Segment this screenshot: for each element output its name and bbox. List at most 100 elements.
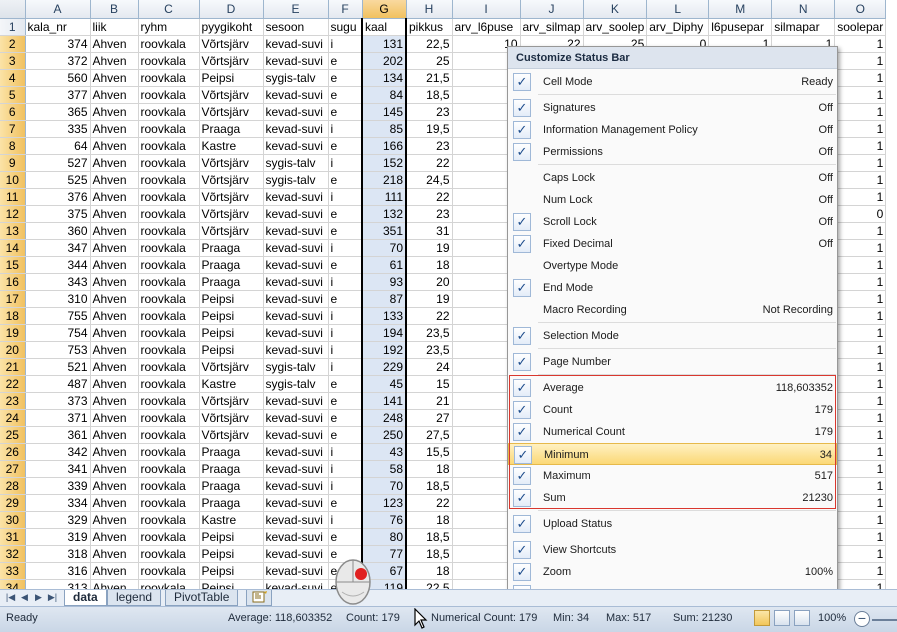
column-header-a[interactable]: A bbox=[25, 0, 91, 19]
row-header[interactable]: 10 bbox=[0, 171, 26, 189]
prev-sheet-icon[interactable]: ◀ bbox=[18, 591, 31, 604]
cell[interactable]: kevad-suvi bbox=[263, 392, 329, 410]
column-header-f[interactable]: F bbox=[328, 0, 363, 19]
row-header[interactable]: 6 bbox=[0, 103, 26, 121]
cell[interactable]: 22 bbox=[406, 154, 453, 172]
cell[interactable]: 1 bbox=[834, 154, 887, 172]
column-header-n[interactable]: N bbox=[771, 0, 836, 19]
cell[interactable]: 23 bbox=[406, 137, 453, 155]
cell[interactable]: 1 bbox=[834, 290, 887, 308]
zoom-level[interactable]: 100% bbox=[818, 612, 846, 624]
cell[interactable]: e bbox=[328, 426, 363, 444]
cell[interactable]: e bbox=[328, 171, 363, 189]
cell[interactable]: roovkala bbox=[138, 460, 200, 478]
cell[interactable]: 22 bbox=[406, 494, 453, 512]
cell[interactable]: kevad-suvi bbox=[263, 562, 329, 580]
cell[interactable]: Ahven bbox=[90, 392, 139, 410]
cell[interactable]: roovkala bbox=[138, 324, 200, 342]
cell[interactable]: e bbox=[328, 256, 363, 274]
cell[interactable]: roovkala bbox=[138, 511, 200, 529]
cell[interactable]: soolepar bbox=[834, 18, 887, 36]
cell[interactable]: kevad-suvi bbox=[263, 137, 329, 155]
cell[interactable]: 1 bbox=[834, 273, 887, 291]
cell[interactable]: roovkala bbox=[138, 256, 200, 274]
cell[interactable]: kevad-suvi bbox=[263, 256, 329, 274]
cell[interactable]: roovkala bbox=[138, 409, 200, 427]
cell[interactable]: pyygikoht bbox=[199, 18, 264, 36]
cell[interactable]: i bbox=[328, 460, 363, 478]
cell[interactable]: Ahven bbox=[90, 154, 139, 172]
cell[interactable]: roovkala bbox=[138, 562, 200, 580]
column-header-d[interactable]: D bbox=[199, 0, 264, 19]
row-header[interactable]: 7 bbox=[0, 120, 26, 138]
cell[interactable]: Peipsi bbox=[199, 528, 264, 546]
cell[interactable]: 1 bbox=[834, 528, 887, 546]
menu-item-selection-mode[interactable]: ✓ Selection Mode bbox=[508, 325, 837, 347]
cell[interactable]: 371 bbox=[25, 409, 91, 427]
row-header[interactable]: 21 bbox=[0, 358, 26, 376]
cell[interactable]: 351 bbox=[361, 222, 407, 240]
cell[interactable]: roovkala bbox=[138, 358, 200, 376]
row-header[interactable]: 24 bbox=[0, 409, 26, 427]
cell[interactable]: kevad-suvi bbox=[263, 324, 329, 342]
cell[interactable]: e bbox=[328, 103, 363, 121]
row-header[interactable]: 16 bbox=[0, 273, 26, 291]
cell[interactable]: 1 bbox=[834, 222, 887, 240]
cell[interactable]: Võrtsjärv bbox=[199, 205, 264, 223]
cell[interactable]: silmapar bbox=[771, 18, 836, 36]
cell[interactable]: roovkala bbox=[138, 426, 200, 444]
cell[interactable]: 310 bbox=[25, 290, 91, 308]
cell[interactable]: 43 bbox=[361, 443, 407, 461]
tab-data[interactable]: data bbox=[64, 590, 107, 606]
cell[interactable]: kevad-suvi bbox=[263, 205, 329, 223]
cell[interactable]: 329 bbox=[25, 511, 91, 529]
row-header[interactable]: 30 bbox=[0, 511, 26, 529]
row-header[interactable]: 1 bbox=[0, 18, 26, 36]
cell[interactable]: kevad-suvi bbox=[263, 341, 329, 359]
column-header-e[interactable]: E bbox=[263, 0, 329, 19]
cell[interactable]: 131 bbox=[361, 35, 407, 53]
cell[interactable]: kevad-suvi bbox=[263, 426, 329, 444]
cell[interactable]: Võrtsjärv bbox=[199, 154, 264, 172]
cell[interactable]: sugu bbox=[328, 18, 363, 36]
cell[interactable]: Peipsi bbox=[199, 307, 264, 325]
cell[interactable]: 1 bbox=[834, 120, 887, 138]
row-header[interactable]: 20 bbox=[0, 341, 26, 359]
cell[interactable]: kevad-suvi bbox=[263, 222, 329, 240]
cell[interactable]: Ahven bbox=[90, 443, 139, 461]
cell[interactable]: 152 bbox=[361, 154, 407, 172]
cell[interactable]: 22,5 bbox=[406, 35, 453, 53]
cell[interactable]: 1 bbox=[834, 460, 887, 478]
cell[interactable]: Ahven bbox=[90, 103, 139, 121]
cell[interactable]: Praaga bbox=[199, 256, 264, 274]
cell[interactable]: Ahven bbox=[90, 511, 139, 529]
row-header[interactable]: 22 bbox=[0, 375, 26, 393]
row-header[interactable]: 8 bbox=[0, 137, 26, 155]
cell[interactable]: Ahven bbox=[90, 239, 139, 257]
cell[interactable]: kevad-suvi bbox=[263, 239, 329, 257]
cell[interactable]: roovkala bbox=[138, 205, 200, 223]
cell[interactable]: Võrtsjärv bbox=[199, 358, 264, 376]
first-sheet-icon[interactable]: |◀ bbox=[4, 591, 17, 604]
cell[interactable]: 20 bbox=[406, 273, 453, 291]
cell[interactable]: e bbox=[328, 494, 363, 512]
cell[interactable]: roovkala bbox=[138, 443, 200, 461]
row-header[interactable]: 3 bbox=[0, 52, 26, 70]
cell[interactable]: 343 bbox=[25, 273, 91, 291]
cell[interactable]: Ahven bbox=[90, 341, 139, 359]
cell[interactable]: Ahven bbox=[90, 35, 139, 53]
cell[interactable]: kevad-suvi bbox=[263, 120, 329, 138]
cell[interactable]: 58 bbox=[361, 460, 407, 478]
cell[interactable]: 753 bbox=[25, 341, 91, 359]
cell[interactable]: 123 bbox=[361, 494, 407, 512]
last-sheet-icon[interactable]: ▶| bbox=[46, 591, 59, 604]
cell[interactable]: kevad-suvi bbox=[263, 477, 329, 495]
cell[interactable]: 1 bbox=[834, 171, 887, 189]
row-header[interactable]: 32 bbox=[0, 545, 26, 563]
cell[interactable]: 61 bbox=[361, 256, 407, 274]
cell[interactable]: 134 bbox=[361, 69, 407, 87]
cell[interactable]: kevad-suvi bbox=[263, 52, 329, 70]
cell[interactable]: 1 bbox=[834, 375, 887, 393]
cell[interactable]: 1 bbox=[834, 239, 887, 257]
cell[interactable]: kevad-suvi bbox=[263, 460, 329, 478]
